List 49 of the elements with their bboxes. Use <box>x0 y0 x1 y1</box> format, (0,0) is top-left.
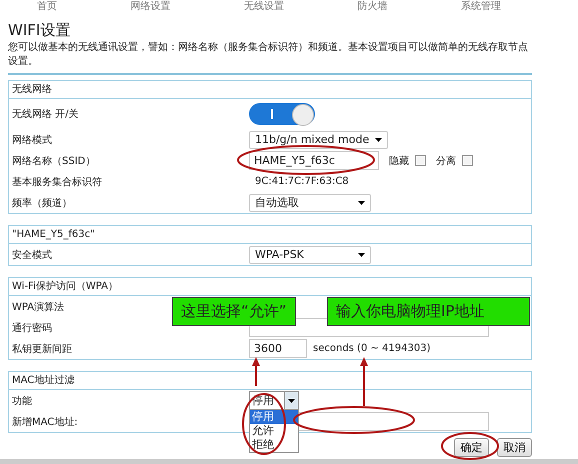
field-label: WPA演算法 <box>12 300 64 314</box>
field-label: 无线网络 开/关 <box>12 108 79 121</box>
nav-tab[interactable]: 无线设置 <box>244 0 284 14</box>
section-header: Wi-Fi保护访问（WPA） <box>12 281 118 292</box>
checkbox[interactable] <box>462 155 473 166</box>
field-label: 频率（频道） <box>12 196 72 210</box>
checkbox[interactable] <box>415 155 426 166</box>
ssid-field[interactable]: HAME_Y5_f63c <box>249 151 379 170</box>
dropdown-option[interactable]: 允许 <box>250 424 298 438</box>
field-label: 功能 <box>12 394 32 408</box>
nav-tab[interactable]: 网络设置 <box>130 0 170 14</box>
interval-field[interactable]: 3600 <box>249 339 307 358</box>
field-label: 网络模式 <box>12 134 52 146</box>
checkbox-label: 隐藏 <box>389 154 409 168</box>
dropdown-option[interactable]: 停用 <box>250 410 298 424</box>
range-hint: seconds (0 ~ 4194303) <box>313 343 430 354</box>
checkbox-label: 分离 <box>436 154 456 168</box>
dropdown-option[interactable]: 拒绝 <box>250 438 298 452</box>
annotation-arrow <box>360 357 368 406</box>
field-label: 通行密码 <box>12 322 52 334</box>
nav-tab[interactable]: 防火墙 <box>358 0 388 14</box>
highlight-ellipse <box>441 432 499 460</box>
page-title: WIFI设置 <box>8 21 72 39</box>
field-label: 基本服务集合标识符 <box>12 176 102 188</box>
field-label: 私钥更新间距 <box>12 342 72 356</box>
dropdown-select[interactable]: 自动选取 <box>249 194 371 212</box>
nav-tab[interactable]: 首页 <box>36 0 57 14</box>
form-button[interactable]: 取消 <box>497 438 532 457</box>
form-button[interactable]: 确定 <box>454 438 489 457</box>
callout-tooltip: 这里选择“允许” <box>172 297 296 326</box>
toggle-switch[interactable] <box>249 103 315 125</box>
page-description: 您可以做基本的无线通讯设置，譬如：网络名称（服务集合标识符）和频道。基本设置项目可以做简单的无线存取节点设置。 <box>8 41 528 69</box>
caret-icon <box>358 252 365 256</box>
dropdown-select[interactable]: 11b/g/n mixed mode <box>249 130 388 148</box>
section-header: "HAME_Y5_f63c" <box>12 229 95 240</box>
field-label: 新增MAC地址: <box>12 416 78 428</box>
field-value: 9C:41:7C:7F:63:C8 <box>254 176 349 187</box>
section-header: 无线网络 <box>12 84 52 95</box>
section-header: MAC地址过滤 <box>12 375 74 386</box>
annotation-arrow <box>252 357 260 386</box>
caret-icon <box>288 398 295 402</box>
callout-tooltip: 输入你电脑物理IP地址 <box>327 297 530 326</box>
field-label: 网络名称（SSID） <box>12 154 96 168</box>
field-label: 安全模式 <box>12 248 52 262</box>
nav-tab[interactable]: 系统管理 <box>461 0 502 14</box>
dropdown-select[interactable]: WPA-PSK <box>249 246 371 264</box>
caret-icon <box>358 200 365 204</box>
caret-icon <box>375 138 382 142</box>
highlight-ellipse <box>242 393 286 455</box>
